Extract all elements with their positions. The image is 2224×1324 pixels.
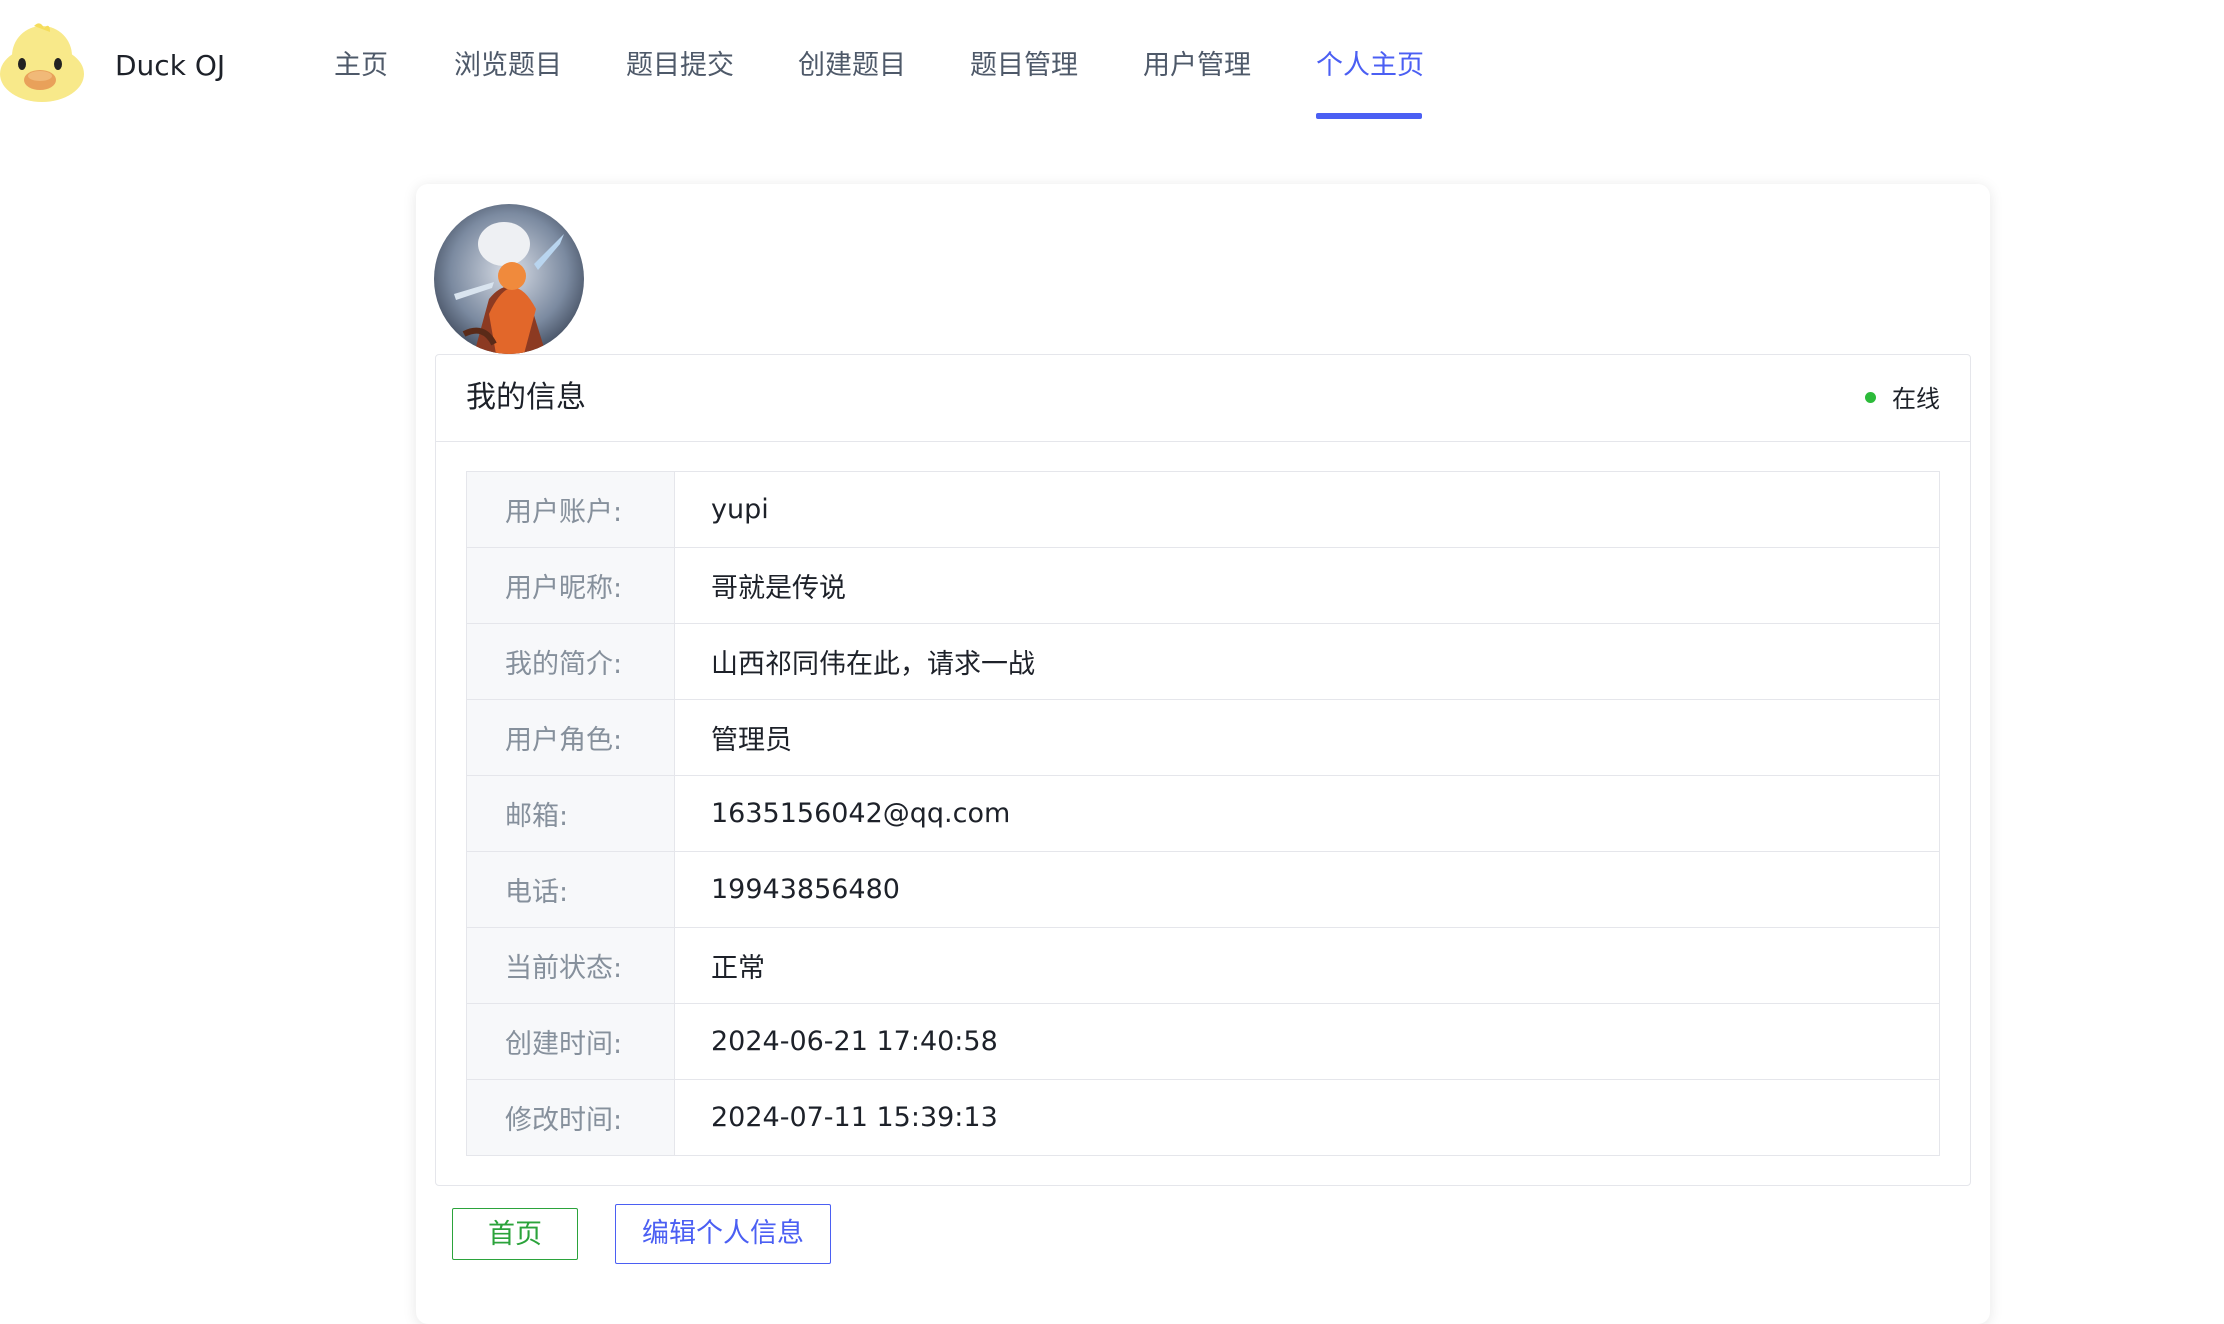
online-dot-icon [1865,391,1876,403]
nav-item-home[interactable]: 主页 [334,46,388,86]
row-value-state: 正常 [674,927,1940,1004]
row-label-phone: 电话: [466,851,675,928]
profile-card: 我的信息 在线 用户账户: yupi 用户昵称: 哥就是传说 我的简介: 山西祁… [416,184,1990,1324]
nav-item-problem-management[interactable]: 题目管理 [970,46,1078,86]
table-row: 邮箱: 1635156042@qq.com [466,775,1940,852]
nav-item-create-problem[interactable]: 创建题目 [798,46,906,86]
top-header: Duck OJ 主页 浏览题目 题目提交 创建题目 题目管理 用户管理 个人主页 [0,0,2224,124]
brand-name: Duck OJ [115,49,226,82]
edit-profile-button[interactable]: 编辑个人信息 [615,1204,831,1264]
panel-title: 我的信息 [466,380,586,415]
row-value-role: 管理员 [674,699,1940,776]
row-label-email: 邮箱: [466,775,675,852]
row-label-role: 用户角色: [466,699,675,776]
home-button[interactable]: 首页 [452,1208,578,1260]
row-label-account: 用户账户: [466,471,675,548]
nav-item-user-management[interactable]: 用户管理 [1143,46,1251,86]
panel-header: 我的信息 在线 [436,355,1970,442]
row-label-modified: 修改时间: [466,1079,675,1156]
row-value-account: yupi [674,471,1940,548]
row-value-nickname: 哥就是传说 [674,547,1940,624]
user-info-table: 用户账户: yupi 用户昵称: 哥就是传说 我的简介: 山西祁同伟在此，请求一… [466,471,1940,1156]
row-label-created: 创建时间: [466,1003,675,1080]
table-row: 用户昵称: 哥就是传说 [466,547,1940,624]
row-value-bio: 山西祁同伟在此，请求一战 [674,623,1940,700]
table-row: 用户账户: yupi [466,471,1940,548]
table-row: 我的简介: 山西祁同伟在此，请求一战 [466,623,1940,700]
row-value-created: 2024-06-21 17:40:58 [674,1003,1940,1080]
row-value-phone: 19943856480 [674,851,1940,928]
nav-item-profile[interactable]: 个人主页 [1316,46,1424,86]
table-row: 当前状态: 正常 [466,927,1940,1004]
row-label-state: 当前状态: [466,927,675,1004]
table-row: 创建时间: 2024-06-21 17:40:58 [466,1003,1940,1080]
duck-logo-icon[interactable] [0,22,84,102]
nav-item-browse-problems[interactable]: 浏览题目 [454,46,562,86]
nav-item-submissions[interactable]: 题目提交 [626,46,734,86]
table-row: 修改时间: 2024-07-11 15:39:13 [466,1079,1940,1156]
user-avatar-image [434,204,584,354]
row-value-modified: 2024-07-11 15:39:13 [711,1102,998,1133]
row-label-bio: 我的简介: [466,623,675,700]
status-badge: 在线 [1865,381,1940,417]
table-row: 用户角色: 管理员 [466,699,1940,776]
table-row: 电话: 19943856480 [466,851,1940,928]
status-text: 在线 [1892,385,1940,413]
nav-active-underline [1316,113,1422,119]
row-value-email: 1635156042@qq.com [674,775,1940,852]
my-info-panel: 我的信息 在线 用户账户: yupi 用户昵称: 哥就是传说 我的简介: 山西祁… [435,354,1971,1186]
row-label-nickname: 用户昵称: [466,547,675,624]
